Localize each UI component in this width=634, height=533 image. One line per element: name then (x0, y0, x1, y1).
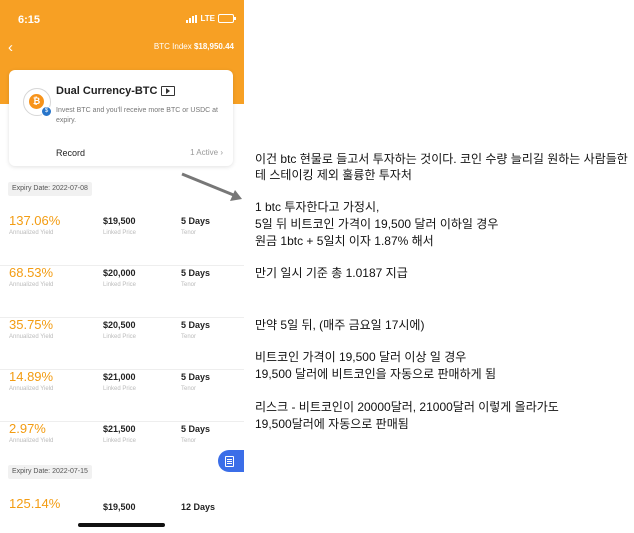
product-title: Dual Currency-BTC (56, 85, 176, 97)
annualized-yield: 14.89% (9, 369, 54, 384)
phone-screen: 6:15 LTE ‹ BTC Index $18,950.44 ₿ $ Dual… (0, 0, 244, 533)
price-caption: Linked Price (103, 334, 137, 340)
annualized-yield: 68.53% (9, 265, 54, 280)
price-caption: Linked Price (103, 230, 137, 236)
tenor-caption: Tenor (181, 282, 197, 288)
btc-coin-icon: ₿ $ (23, 88, 52, 117)
signal-icon (186, 14, 198, 23)
linked-price: $21,000 (103, 372, 136, 382)
yield-caption: Annualized Yield (9, 386, 54, 392)
price-caption: Linked Price (103, 386, 137, 392)
tenor: 5 Days (181, 216, 211, 226)
home-indicator (78, 523, 165, 527)
annotation-text: 만기 일시 기준 총 1.0187 지급 (255, 266, 408, 280)
chevron-right-icon: › (220, 148, 223, 157)
record-link[interactable]: Record (56, 148, 85, 158)
linked-price: $20,500 (103, 320, 136, 330)
price-caption: Linked Price (103, 282, 137, 288)
annualized-yield: 125.14% (9, 496, 61, 511)
annualized-yield: 2.97% (9, 421, 46, 436)
btc-index: BTC Index $18,950.44 (154, 42, 234, 51)
active-count[interactable]: 1 Active › (190, 148, 223, 157)
product-row[interactable]: 14.89% Annualized Yield $21,000 Linked P… (0, 369, 244, 422)
tenor: 5 Days (181, 320, 211, 330)
yield-caption: Annualized Yield (9, 438, 54, 444)
annotation-text: 19,500 달러에 비트코인을 자동으로 판매하게 됨 (255, 367, 497, 381)
price-caption: Linked Price (103, 438, 137, 444)
orders-float-button[interactable] (218, 450, 244, 472)
product-row[interactable]: 35.75% Annualized Yield $20,500 Linked P… (0, 317, 244, 370)
linked-price: $19,500 (103, 216, 136, 226)
annotation-text: 리스크 - 비트코인이 20000달러, 21000달러 이렇게 올라가도 (255, 400, 559, 414)
tenor: 5 Days (181, 372, 211, 382)
status-time: 6:15 (18, 14, 41, 26)
yield-caption: Annualized Yield (9, 230, 54, 236)
expiry-date-label: Expiry Date: 2022-07-15 (8, 465, 92, 479)
tenor-caption: Tenor (181, 386, 197, 392)
active-status: 1 Active (190, 148, 219, 157)
product-description: Invest BTC and you'll receive more BTC o… (56, 107, 219, 124)
battery-icon (218, 14, 236, 23)
product-row[interactable]: 125.14% $19,500 12 Days (0, 496, 244, 533)
tenor: 5 Days (181, 268, 211, 278)
tenor-caption: Tenor (181, 334, 197, 340)
annotation-text: 비트코인 가격이 19,500 달러 이상 일 경우 (255, 350, 467, 364)
linked-price: $20,000 (103, 268, 136, 278)
back-button[interactable]: ‹ (8, 39, 13, 56)
annotation-text: 19,500달러에 자동으로 판매됨 (255, 417, 409, 431)
tenor-caption: Tenor (181, 438, 197, 444)
status-indicators: LTE (186, 14, 236, 23)
product-title-text: Dual Currency-BTC (56, 85, 158, 97)
annotation-text: 원금 1btc + 5일치 이자 1.87% 해서 (255, 234, 434, 248)
product-row[interactable]: 137.06% Annualized Yield $19,500 Linked … (0, 213, 244, 266)
yield-caption: Annualized Yield (9, 282, 54, 288)
annotation-text: 5일 뒤 비트코인 가격이 19,500 달러 이하일 경우 (255, 217, 499, 231)
tenor-caption: Tenor (181, 230, 197, 236)
annualized-yield: 35.75% (9, 317, 54, 332)
video-play-icon[interactable] (161, 86, 176, 96)
expiry-date-label: Expiry Date: 2022-07-08 (8, 182, 92, 196)
network-label: LTE (200, 14, 215, 23)
annotation-text: 1 btc 투자한다고 가정시, (255, 200, 380, 214)
product-card: ₿ $ Dual Currency-BTC Invest BTC and you… (9, 70, 233, 166)
arrow-annotation (181, 172, 242, 201)
linked-price: $19,500 (103, 502, 136, 512)
annualized-yield: 137.06% (9, 213, 61, 228)
btc-index-label: BTC Index (153, 42, 192, 51)
linked-price: $21,500 (103, 424, 136, 434)
document-icon (225, 456, 234, 467)
yield-caption: Annualized Yield (9, 334, 54, 340)
tenor: 12 Days (181, 502, 216, 512)
tenor: 5 Days (181, 424, 211, 434)
annotation-text: 이건 btc 현물로 들고서 투자하는 것이다. 코인 수량 늘리길 원하는 사… (255, 152, 628, 182)
product-row[interactable]: 68.53% Annualized Yield $20,000 Linked P… (0, 265, 244, 318)
annotation-text: 만약 5일 뒤, (매주 금요일 17시에) (255, 318, 425, 332)
btc-index-value: $18,950.44 (193, 42, 234, 51)
